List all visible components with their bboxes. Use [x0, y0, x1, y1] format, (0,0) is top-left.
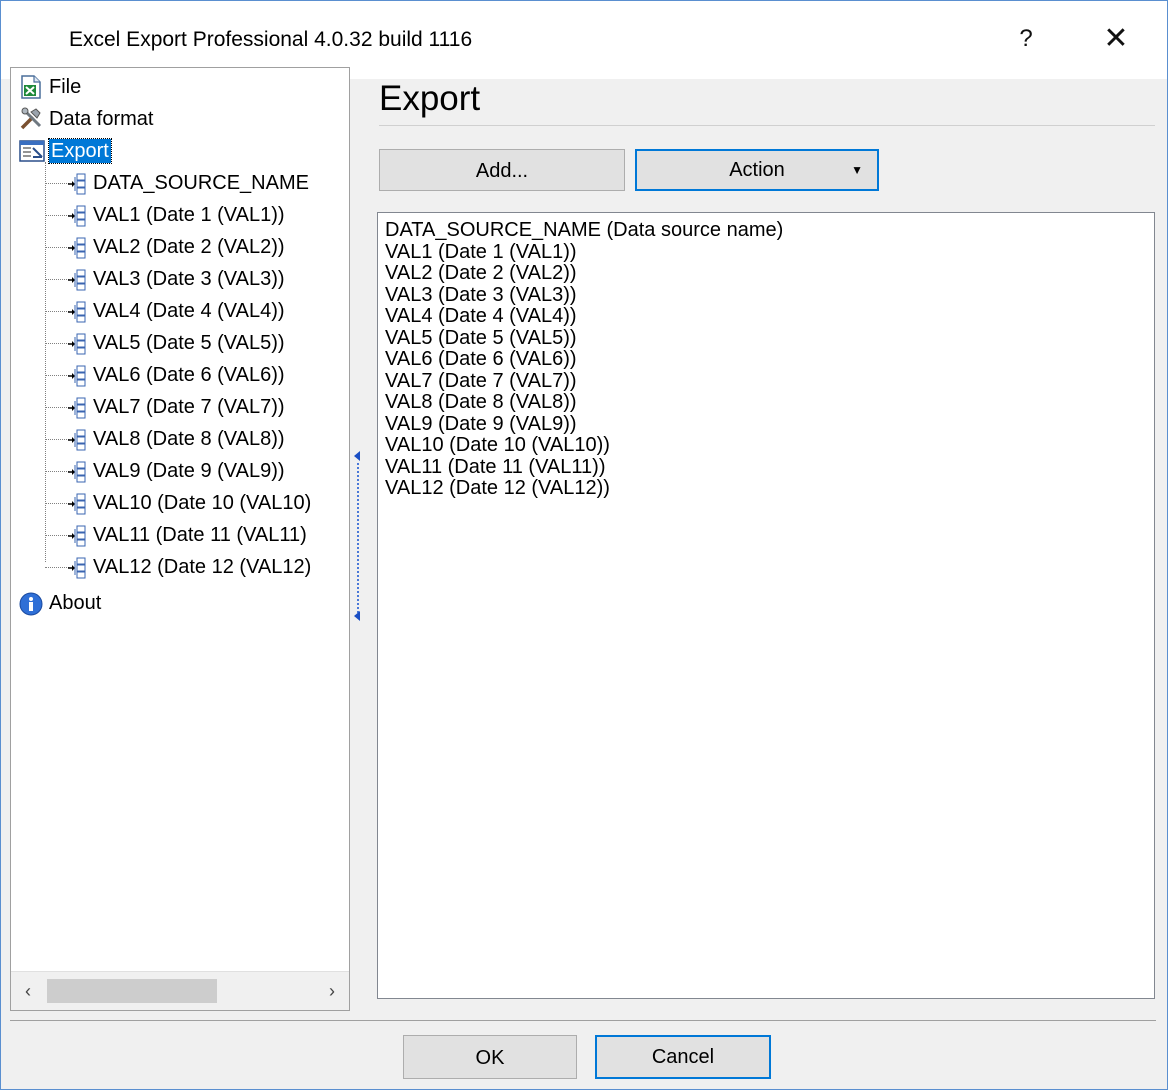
field-node-icon — [67, 236, 91, 269]
field-node-icon — [67, 332, 91, 365]
tree-item-label: Data format — [49, 108, 154, 130]
navigation-tree: File Data format Export DATA_SOURCE_NAME… — [11, 68, 349, 972]
list-item[interactable]: VAL2 (Date 2 (VAL2)) — [385, 262, 577, 284]
list-item[interactable]: VAL11 (Date 11 (VAL11)) — [385, 456, 605, 478]
field-node-icon — [67, 204, 91, 237]
tree-connector-line — [45, 279, 69, 280]
list-item[interactable]: DATA_SOURCE_NAME (Data source name) — [385, 219, 783, 241]
dialog-window: Excel Export Professional 4.0.32 build 1… — [0, 0, 1168, 1090]
field-node-icon — [67, 428, 91, 461]
list-item[interactable]: VAL8 (Date 8 (VAL8)) — [385, 391, 577, 413]
tree-item-label: VAL4 (Date 4 (VAL4)) — [93, 300, 285, 322]
tree-connector-line — [45, 247, 69, 248]
scroll-thumb[interactable] — [47, 979, 217, 1003]
tree-connector-line — [45, 375, 69, 376]
tree-connector-line — [45, 343, 69, 344]
action-dropdown-button[interactable]: Action ▼ — [635, 149, 879, 191]
list-item[interactable]: VAL4 (Date 4 (VAL4)) — [385, 305, 577, 327]
tree-connector-line — [45, 535, 69, 536]
tree-connector-line — [45, 162, 46, 562]
horizontal-scrollbar[interactable]: ‹ › — [11, 971, 349, 1010]
navigation-tree-panel: File Data format Export DATA_SOURCE_NAME… — [10, 67, 350, 1011]
panel-splitter[interactable] — [351, 435, 367, 631]
field-node-icon — [67, 556, 91, 589]
ok-button[interactable]: OK — [403, 1035, 577, 1079]
list-item[interactable]: VAL6 (Date 6 (VAL6)) — [385, 348, 577, 370]
tree-connector-line — [45, 471, 69, 472]
tree-item-label: VAL12 (Date 12 (VAL12) — [93, 556, 312, 578]
list-item[interactable]: VAL9 (Date 9 (VAL9)) — [385, 413, 577, 435]
tools-icon — [19, 107, 45, 140]
tree-item-label: VAL5 (Date 5 (VAL5)) — [93, 332, 285, 354]
add-button[interactable]: Add... — [379, 149, 625, 191]
tree-item-label: File — [49, 76, 82, 98]
tree-item-label: Export — [48, 138, 112, 164]
cancel-button[interactable]: Cancel — [595, 1035, 771, 1079]
title-divider — [379, 125, 1155, 126]
list-item[interactable]: VAL5 (Date 5 (VAL5)) — [385, 327, 577, 349]
splitter-grip — [357, 463, 359, 613]
field-node-icon — [67, 396, 91, 429]
window-title: Excel Export Professional 4.0.32 build 1… — [69, 28, 473, 51]
tree-item-label: VAL3 (Date 3 (VAL3)) — [93, 268, 285, 290]
list-item[interactable]: VAL7 (Date 7 (VAL7)) — [385, 370, 577, 392]
chevron-down-icon: ▼ — [851, 163, 863, 177]
tree-connector-line — [45, 439, 69, 440]
tree-item-label: VAL2 (Date 2 (VAL2)) — [93, 236, 285, 258]
tree-item-label: VAL1 (Date 1 (VAL1)) — [93, 204, 285, 226]
export-fields-list[interactable]: DATA_SOURCE_NAME (Data source name) VAL1 … — [377, 212, 1155, 999]
help-button[interactable]: ? — [1001, 19, 1051, 59]
list-item[interactable]: VAL10 (Date 10 (VAL10)) — [385, 434, 610, 456]
tree-item-label: VAL9 (Date 9 (VAL9)) — [93, 460, 285, 482]
tree-item-label: VAL10 (Date 10 (VAL10) — [93, 492, 312, 514]
collapse-arrow-icon — [354, 611, 360, 621]
scroll-right-button[interactable]: › — [319, 978, 345, 1004]
action-button-label: Action — [729, 159, 785, 181]
field-node-icon — [67, 492, 91, 525]
list-item[interactable]: VAL1 (Date 1 (VAL1)) — [385, 241, 577, 263]
tree-item-label: About — [49, 592, 102, 614]
footer-divider — [10, 1020, 1156, 1021]
close-button[interactable]: ✕ — [1091, 19, 1141, 59]
excel-file-icon — [19, 75, 43, 108]
export-icon — [19, 139, 45, 172]
field-node-icon — [67, 524, 91, 557]
field-node-icon — [67, 300, 91, 333]
tree-connector-line — [45, 215, 69, 216]
field-node-icon — [67, 460, 91, 493]
tree-item-label: VAL7 (Date 7 (VAL7)) — [93, 396, 285, 418]
tree-connector-line — [45, 407, 69, 408]
list-item[interactable]: VAL12 (Date 12 (VAL12)) — [385, 477, 610, 499]
collapse-arrow-icon — [354, 451, 360, 461]
tree-connector-line — [45, 183, 69, 184]
list-item[interactable]: VAL3 (Date 3 (VAL3)) — [385, 284, 577, 306]
tree-item-label: DATA_SOURCE_NAME — [93, 172, 309, 194]
field-node-icon — [67, 172, 91, 205]
scroll-left-button[interactable]: ‹ — [15, 978, 41, 1004]
tree-connector-line — [45, 503, 69, 504]
page-title: Export — [379, 79, 481, 118]
tree-item-label: VAL6 (Date 6 (VAL6)) — [93, 364, 285, 386]
info-icon — [19, 592, 43, 625]
field-node-icon — [67, 268, 91, 301]
tree-item-label: VAL11 (Date 11 (VAL11) — [93, 524, 307, 546]
field-node-icon — [67, 364, 91, 397]
tree-connector-line — [45, 567, 69, 568]
tree-item-label: VAL8 (Date 8 (VAL8)) — [93, 428, 285, 450]
tree-connector-line — [45, 311, 69, 312]
